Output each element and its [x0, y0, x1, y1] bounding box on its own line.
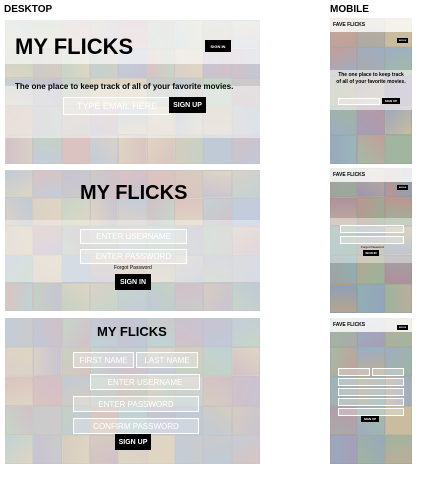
- email-field[interactable]: [338, 388, 404, 396]
- app-title: MY FLICKS: [80, 182, 188, 204]
- confirm-password-field[interactable]: [73, 418, 199, 434]
- first-name-input[interactable]: [74, 355, 133, 365]
- sign-in-button[interactable]: SIGN IN: [115, 274, 151, 290]
- mobile-signup-screen: FAVE FLICKS SIGN IN SIGN UP: [330, 318, 412, 464]
- sign-in-button[interactable]: SIGN IN: [397, 38, 408, 43]
- app-title: FAVE FLICKS: [333, 22, 366, 28]
- app-title: MY FLICKS: [97, 324, 167, 339]
- sign-in-top-button[interactable]: SIGN IN: [397, 185, 408, 190]
- first-name-field[interactable]: [73, 352, 134, 368]
- first-name-field[interactable]: [338, 368, 370, 376]
- email-input[interactable]: [64, 101, 170, 111]
- sign-up-button[interactable]: SIGN UP: [382, 98, 400, 104]
- sign-in-button[interactable]: SIGN IN: [205, 40, 231, 52]
- sign-up-button[interactable]: SIGN UP: [115, 434, 151, 450]
- forgot-password-link[interactable]: Forgot Password: [361, 245, 384, 249]
- last-name-field[interactable]: [372, 368, 404, 376]
- last-name-field[interactable]: [136, 352, 198, 368]
- confirm-password-field[interactable]: [338, 408, 404, 416]
- desktop-signup-screen: MY FLICKS SIGN UP: [5, 318, 260, 464]
- email-field[interactable]: [338, 98, 380, 105]
- last-name-input[interactable]: [137, 355, 197, 365]
- tagline: The one place to keep track of all of yo…: [336, 72, 406, 85]
- app-title: FAVE FLICKS: [333, 172, 366, 178]
- confirm-password-input[interactable]: [74, 421, 198, 431]
- sign-in-button[interactable]: SIGN IN: [363, 250, 379, 256]
- mobile-column-label: MOBILE: [330, 4, 369, 15]
- forgot-password-link[interactable]: Forgot Password: [114, 265, 152, 271]
- app-title: FAVE FLICKS: [333, 322, 366, 328]
- desktop-signin-screen: MY FLICKS Forgot Password SIGN IN: [5, 170, 260, 311]
- sign-up-button[interactable]: SIGN UP: [361, 416, 379, 422]
- password-field[interactable]: [73, 396, 199, 412]
- password-input[interactable]: [81, 252, 186, 261]
- password-field[interactable]: [80, 249, 187, 264]
- username-input[interactable]: [91, 377, 199, 387]
- username-field[interactable]: [80, 229, 187, 244]
- email-field[interactable]: [63, 97, 171, 115]
- username-input[interactable]: [81, 232, 186, 241]
- desktop-home-screen: MY FLICKS SIGN IN The one place to keep …: [5, 20, 260, 164]
- username-field[interactable]: [338, 378, 404, 386]
- password-input[interactable]: [74, 399, 198, 409]
- username-field[interactable]: [90, 374, 200, 390]
- username-field[interactable]: [340, 225, 404, 233]
- tagline: The one place to keep track of all of yo…: [15, 82, 234, 91]
- mobile-home-screen: FAVE FLICKS SIGN IN The one place to kee…: [330, 18, 412, 164]
- mobile-signin-screen: FAVE FLICKS SIGN IN Forgot Password SIGN…: [330, 168, 412, 313]
- password-field[interactable]: [340, 236, 404, 244]
- desktop-column-label: DESKTOP: [4, 4, 53, 15]
- sign-up-button[interactable]: SIGN UP: [169, 97, 206, 113]
- sign-in-button[interactable]: SIGN IN: [397, 325, 408, 330]
- app-title: MY FLICKS: [15, 34, 134, 59]
- password-field[interactable]: [338, 398, 404, 406]
